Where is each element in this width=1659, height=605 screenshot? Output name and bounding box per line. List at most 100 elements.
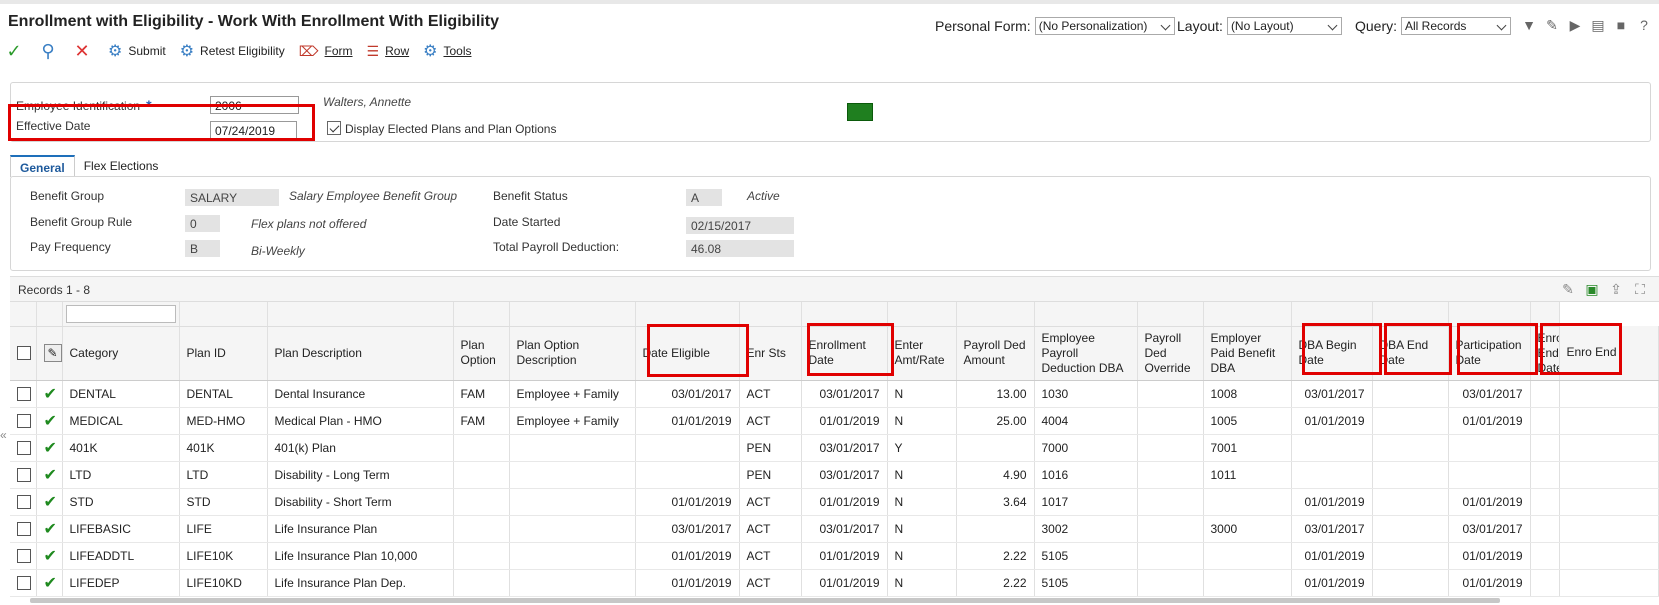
cell-enr-sts: ACT — [739, 488, 802, 516]
select-all-checkbox[interactable] — [17, 346, 31, 361]
select-all-header — [10, 326, 37, 381]
cell-plan-desc: Disability - Long Term — [267, 461, 454, 489]
grid-edit-icon[interactable]: ✎ — [1559, 280, 1577, 298]
cell-dba-begin: 01/01/2019 — [1291, 407, 1373, 435]
row-exit-icon[interactable]: ✎ — [43, 344, 61, 362]
filter-cell — [62, 302, 180, 327]
find-search-icon[interactable]: ⚲ — [36, 39, 60, 63]
benefit-group-value: SALARY — [185, 189, 279, 206]
effective-date-label: Effective Date — [16, 119, 91, 133]
cell-enrollment-date: 03/01/2017 — [801, 515, 888, 543]
play-icon[interactable]: ▶ — [1566, 16, 1584, 34]
personal-form-select[interactable]: (No Personalization) — [1034, 17, 1175, 35]
cell-dba-end — [1372, 569, 1449, 597]
query-select[interactable]: All Records — [1401, 17, 1512, 35]
cell-plan-desc: 401(k) Plan — [267, 434, 454, 462]
ok-check-icon[interactable]: ✓ — [2, 39, 26, 63]
col-plan-id[interactable]: Plan ID — [179, 326, 268, 381]
row-checkbox[interactable] — [17, 548, 31, 563]
horizontal-scrollbar[interactable] — [30, 598, 1500, 603]
submit-button[interactable]: ⚙ Submit — [108, 41, 166, 61]
col-enrollment-end-cut[interactable]: Enro End — [1559, 326, 1659, 381]
filter-cell — [1203, 302, 1292, 327]
cell-emp-payroll-dba: 5105 — [1034, 542, 1138, 570]
table-row[interactable]: ✔ LTD LTD Disability - Long Term PEN 03/01/20… — [10, 461, 1659, 489]
col-enter-amt-rate[interactable]: Enter Amt/Rate — [887, 326, 957, 381]
collapse-side-icon[interactable]: « — [0, 428, 8, 446]
personal-form-control: Personal Form: (No Personalization) — [935, 16, 1175, 36]
col-payroll-ded-override[interactable]: Payroll Ded Override — [1137, 326, 1204, 381]
table-row[interactable]: ✔ 401K 401K 401(k) Plan PEN 03/01/2017 Y 7000 70… — [10, 434, 1659, 462]
row-icon-header: ✎ — [36, 326, 63, 381]
display-elected-checkbox[interactable] — [327, 121, 341, 135]
row-checkbox[interactable] — [17, 440, 31, 455]
cell-plan-option: FAM — [453, 407, 510, 435]
cell-participation: 03/01/2017 — [1448, 380, 1531, 408]
table-row[interactable]: ✔ DENTAL DENTAL Dental Insurance FAM Employee… — [10, 380, 1659, 408]
col-enr-sts[interactable]: Enr Sts — [739, 326, 802, 381]
col-category[interactable]: Category — [62, 326, 180, 381]
employee-id-input[interactable]: 2006 — [210, 96, 299, 114]
cell-date-eligible: 01/01/2019 — [635, 488, 740, 516]
cell-date-eligible: 01/01/2019 — [635, 407, 740, 435]
col-dba-begin-date[interactable]: DBA Begin Date — [1291, 326, 1373, 381]
filter-cell — [36, 302, 63, 327]
col-plan-option-description[interactable]: Plan Option Description — [509, 326, 636, 381]
table-row[interactable]: ✔ LIFEADDTL LIFE10K Life Insurance Plan 10,… — [10, 542, 1659, 570]
list-icon[interactable]: ▤ — [1589, 16, 1607, 34]
row-checkbox[interactable] — [17, 413, 31, 428]
row-status-cell: ✔ — [36, 461, 63, 489]
close-icon[interactable]: ✕ — [70, 39, 94, 63]
table-row[interactable]: ✔ LIFEDEP LIFE10KD Life Insurance Plan Dep.… — [10, 569, 1659, 597]
filter-icon[interactable]: ▼ — [1520, 16, 1538, 34]
records-count: Records 1 - 8 — [18, 283, 91, 297]
help-icon[interactable]: ? — [1635, 16, 1653, 34]
col-plan-option[interactable]: Plan Option — [453, 326, 510, 381]
row-checkbox[interactable] — [17, 386, 31, 401]
row-checkbox[interactable] — [17, 494, 31, 509]
col-plan-description[interactable]: Plan Description — [267, 326, 454, 381]
col-participation-date[interactable]: Participation Date — [1448, 326, 1531, 381]
retest-eligibility-button[interactable]: ⚙ Retest Eligibility — [180, 41, 285, 61]
table-row[interactable]: ✔ LIFEBASIC LIFE Life Insurance Plan 03/01/2… — [10, 515, 1659, 543]
col-enrollment-date[interactable]: Enrollment Date — [801, 326, 888, 381]
cell-plan-id: LIFE — [179, 515, 268, 543]
cell-enter-amt: N — [887, 515, 957, 543]
save-icon[interactable]: ■ — [1612, 16, 1630, 34]
row-checkbox[interactable] — [17, 521, 31, 536]
row-checkbox[interactable] — [17, 575, 31, 590]
tab-flex-elections[interactable]: Flex Elections — [75, 155, 168, 177]
grid-export-icon[interactable]: ⇪ — [1607, 280, 1625, 298]
form-menu-button[interactable]: ⌦ Form — [299, 43, 353, 60]
row-checkbox[interactable] — [17, 467, 31, 482]
row-status-cell: ✔ — [36, 542, 63, 570]
cell-payroll-ded-override — [1137, 434, 1204, 462]
cell-overflow — [1559, 569, 1659, 597]
effective-date-input[interactable]: 07/24/2019 — [210, 121, 297, 139]
cell-plan-option-desc: Employee + Family — [509, 407, 636, 435]
cell-participation: 03/01/2017 — [1448, 515, 1531, 543]
cell-dba-begin: 03/01/2017 — [1291, 515, 1373, 543]
layout-select[interactable]: (No Layout) — [1226, 17, 1342, 35]
edit-icon[interactable]: ✎ — [1543, 16, 1561, 34]
col-enrollment-end-date[interactable]: Enrollment End Date — [1530, 326, 1560, 381]
col-date-eligible[interactable]: Date Eligible — [635, 326, 740, 381]
cell-payroll-ded-amt: 2.22 — [956, 542, 1035, 570]
tab-general[interactable]: General — [10, 155, 75, 177]
pay-frequency-value: B — [185, 240, 220, 257]
grid-expand-icon[interactable]: ⛶ — [1631, 280, 1649, 298]
col-employee-payroll-dba[interactable]: Employee Payroll Deduction DBA — [1034, 326, 1138, 381]
cell-dba-begin — [1291, 434, 1373, 462]
category-filter-input[interactable] — [65, 304, 176, 323]
col-payroll-ded-amount[interactable]: Payroll Ded Amount — [956, 326, 1035, 381]
grid-save-icon[interactable]: ▣ — [1583, 280, 1601, 298]
cell-category: LIFEDEP — [62, 569, 180, 597]
table-row[interactable]: ✔ MEDICAL MED-HMO Medical Plan - HMO FAM Empl… — [10, 407, 1659, 435]
cell-enrollment-date: 01/01/2019 — [801, 407, 888, 435]
col-dba-end-date[interactable]: DBA End Date — [1372, 326, 1449, 381]
cell-plan-id: DENTAL — [179, 380, 268, 408]
table-row[interactable]: ✔ STD STD Disability - Short Term 01/01/2019… — [10, 488, 1659, 516]
tools-menu-button[interactable]: ⚙ Tools — [423, 41, 471, 61]
row-menu-button[interactable]: ☰ Row — [367, 43, 410, 60]
col-employer-paid-dba[interactable]: Employer Paid Benefit DBA — [1203, 326, 1292, 381]
